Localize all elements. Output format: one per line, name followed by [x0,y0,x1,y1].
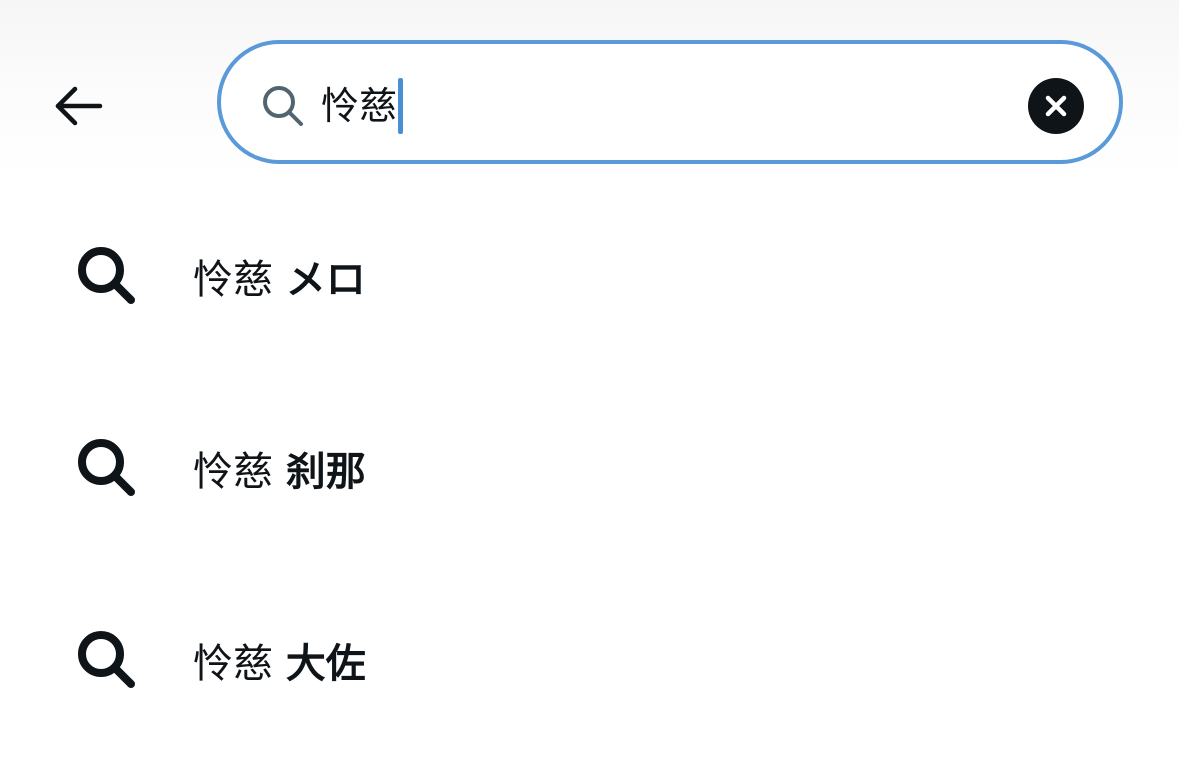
search-input[interactable]: 怜慈 [321,76,404,136]
search-input-value: 怜慈 [321,84,398,128]
back-button[interactable] [48,76,108,136]
x-icon [1045,95,1067,117]
search-screen: 怜慈 怜慈 メロ 怜慈 刹那 怜慈 大佐 [0,0,1179,769]
suggestion-completion: 刹那 [285,449,366,495]
suggestion-item[interactable]: 怜慈 刹那 [0,372,1179,564]
search-icon [78,247,135,304]
suggestion-prefix: 怜慈 [193,257,273,303]
arrow-left-icon [55,86,103,126]
suggestion-label: 怜慈 大佐 [193,631,366,689]
suggestion-prefix: 怜慈 [193,449,273,495]
suggestion-item[interactable]: 怜慈 メロ [0,180,1179,372]
suggestion-item[interactable]: 怜慈 大佐 [0,564,1179,756]
suggestion-list: 怜慈 メロ 怜慈 刹那 怜慈 大佐 [0,180,1179,756]
suggestion-prefix: 怜慈 [193,641,273,687]
suggestion-completion: メロ [285,257,366,303]
suggestion-label: 怜慈 刹那 [193,439,366,497]
text-caret [398,78,404,134]
search-field[interactable]: 怜慈 [217,40,1123,164]
search-icon [78,439,135,496]
suggestion-completion: 大佐 [285,641,366,687]
search-icon [78,631,135,688]
clear-search-button[interactable] [1028,78,1084,134]
search-header: 怜慈 [0,0,1179,176]
search-icon [263,86,303,126]
suggestion-label: 怜慈 メロ [193,247,366,305]
